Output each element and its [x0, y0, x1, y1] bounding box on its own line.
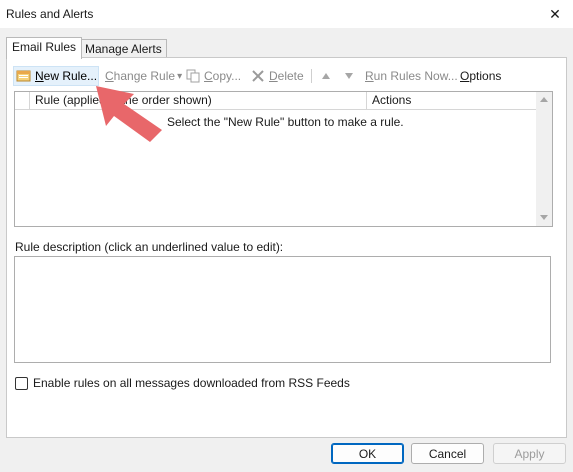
- rss-rules-option[interactable]: Enable rules on all messages downloaded …: [15, 376, 350, 390]
- rules-list-scrollbar[interactable]: [536, 92, 552, 226]
- change-rule-label: hange Rule: [113, 69, 176, 83]
- triangle-down-icon: [345, 73, 353, 79]
- toolbar-separator: [311, 69, 312, 83]
- copy-icon: [186, 69, 200, 83]
- column-header-actions-label: Actions: [372, 93, 412, 107]
- tab-email-rules[interactable]: Email Rules: [6, 37, 82, 59]
- run-rules-now-button[interactable]: Run Rules Now...: [365, 65, 458, 87]
- rules-list-header: Rule (applied in the order shown) Action…: [15, 92, 536, 110]
- change-rule-accel: C: [105, 69, 114, 83]
- column-header-actions[interactable]: Actions: [366, 92, 411, 109]
- rules-list[interactable]: Rule (applied in the order shown) Action…: [14, 91, 553, 227]
- window-title: Rules and Alerts: [6, 7, 94, 21]
- cancel-button-label: Cancel: [428, 446, 467, 461]
- tab-manage-alerts[interactable]: Manage Alerts: [79, 39, 167, 58]
- move-up-button[interactable]: [319, 65, 333, 87]
- run-rules-accel: R: [365, 69, 374, 83]
- scroll-down-icon[interactable]: [540, 215, 548, 220]
- chevron-down-icon: ▾: [177, 70, 183, 82]
- tab-manage-alerts-label: Manage Alerts: [85, 42, 162, 56]
- column-header-rule-label: Rule (applied in the order shown): [35, 93, 212, 107]
- close-button[interactable]: ✕: [543, 2, 567, 26]
- options-button[interactable]: Options: [460, 65, 501, 87]
- rule-description-box[interactable]: [14, 256, 551, 363]
- cancel-button[interactable]: Cancel: [411, 443, 484, 464]
- new-rule-button[interactable]: New Rule...: [13, 66, 99, 86]
- tab-email-rules-label: Email Rules: [12, 40, 77, 54]
- ok-button-label: OK: [358, 446, 377, 461]
- dialog-button-bar: OK Cancel Apply: [0, 436, 573, 472]
- empty-list-message: Select the "New Rule" button to make a r…: [167, 115, 404, 129]
- copy-label: opy...: [212, 69, 242, 83]
- copy-accel: C: [204, 69, 213, 83]
- triangle-up-icon: [322, 73, 330, 79]
- rss-rules-checkbox[interactable]: [15, 376, 28, 390]
- scroll-up-icon[interactable]: [540, 97, 548, 102]
- email-rules-panel: New Rule... Change Rule ▾ Copy... Delete: [6, 57, 567, 438]
- run-rules-label: un Rules Now...: [373, 69, 458, 83]
- column-divider[interactable]: [29, 92, 30, 109]
- move-down-button[interactable]: [342, 65, 356, 87]
- delete-button[interactable]: Delete: [251, 65, 304, 87]
- close-icon: ✕: [549, 5, 561, 22]
- toolbar: New Rule... Change Rule ▾ Copy... Delete: [13, 65, 558, 87]
- new-rule-icon: [16, 70, 31, 82]
- delete-icon: [252, 70, 264, 82]
- new-rule-label: ew Rule...: [43, 69, 98, 83]
- delete-accel: D: [269, 69, 278, 83]
- options-accel: O: [460, 69, 470, 83]
- delete-label: elete: [277, 69, 304, 83]
- rule-description-label: Rule description (click an underlined va…: [15, 240, 284, 254]
- copy-button[interactable]: Copy...: [186, 65, 241, 87]
- new-rule-accel: N: [35, 69, 44, 83]
- title-bar: Rules and Alerts ✕: [0, 0, 573, 28]
- column-header-rule[interactable]: Rule (applied in the order shown): [29, 92, 212, 109]
- change-rule-button[interactable]: Change Rule ▾: [105, 65, 182, 87]
- apply-button[interactable]: Apply: [493, 443, 566, 464]
- rss-rules-label: Enable rules on all messages downloaded …: [33, 376, 350, 390]
- apply-button-label: Apply: [514, 446, 545, 461]
- ok-button[interactable]: OK: [331, 443, 404, 464]
- options-label: ptions: [469, 69, 502, 83]
